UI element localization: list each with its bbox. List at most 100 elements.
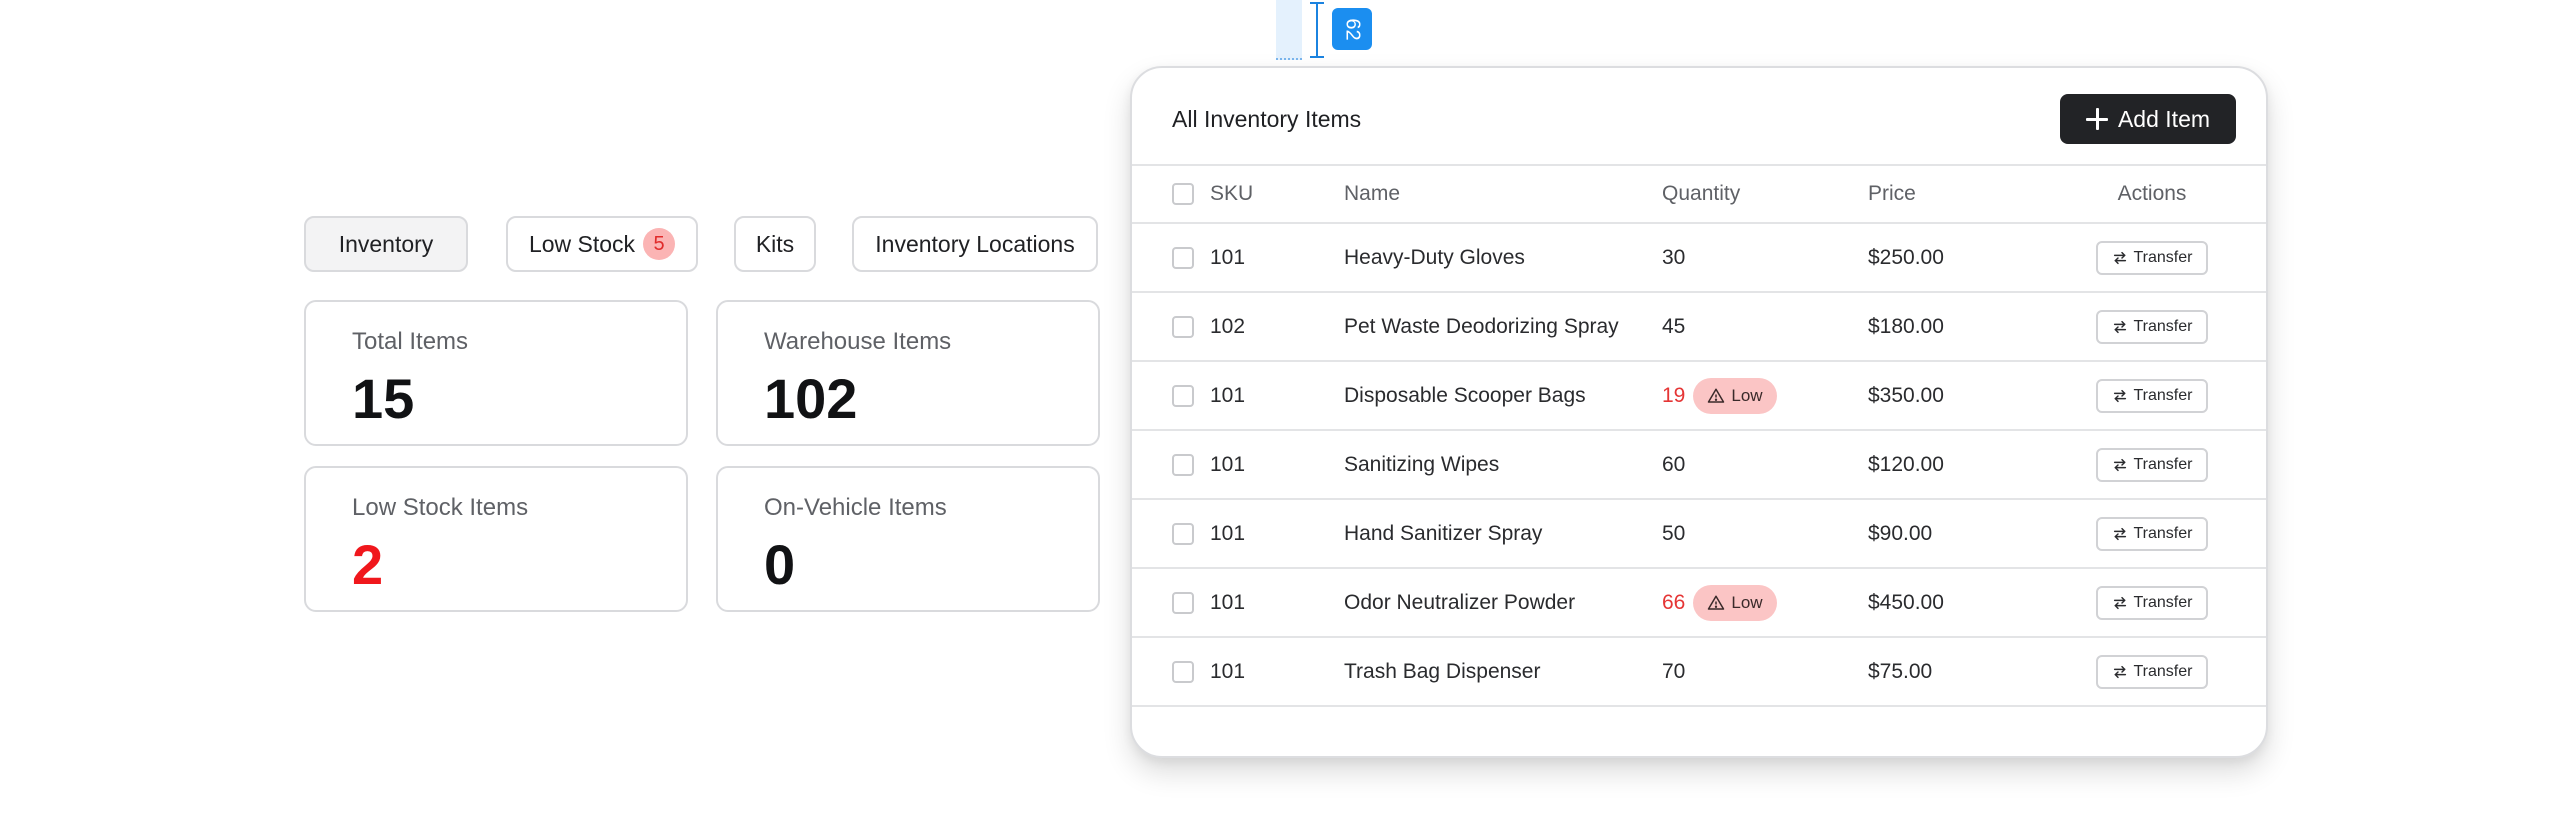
price-cell: $450.00 [1868,590,1944,614]
transfer-button[interactable]: Transfer [2095,378,2209,413]
select-all-checkbox[interactable] [1172,183,1194,205]
column-header-actions: Actions [2117,182,2187,205]
tab-label: Inventory [338,230,434,257]
quantity-cell: 30 [1662,224,1685,291]
quantity-value: 19 [1662,383,1686,407]
inventory-panel: All Inventory Items Add Item SKU Name Qu… [1130,66,2268,758]
add-item-label: Add Item [2117,105,2211,132]
swap-arrows-icon [2112,388,2128,404]
low-stock-badge: Low [1693,377,1777,414]
actions-cell: Transfer [2092,500,2212,567]
quantity-cell: 19 Low [1662,362,1777,429]
transfer-button[interactable]: Transfer [2095,516,2209,551]
panel-header: All Inventory Items Add Item [1132,68,2266,166]
plus-icon [2085,108,2108,130]
row-checkbox[interactable] [1172,591,1194,614]
swap-arrows-icon [2112,595,2128,611]
quantity-value: 60 [1662,452,1686,476]
actions-cell: Transfer [2092,638,2212,705]
name-cell: Odor Neutralizer Powder [1344,590,1576,614]
transfer-label: Transfer [2133,524,2193,542]
swap-arrows-icon [2112,457,2128,473]
actions-cell: Transfer [2092,224,2212,291]
swap-arrows-icon [2112,664,2128,680]
transfer-label: Transfer [2133,248,2193,266]
price-cell: $180.00 [1868,314,1944,338]
row-checkbox[interactable] [1172,315,1194,338]
measure-line [1310,2,1324,58]
actions-cell: Transfer [2092,569,2212,636]
row-checkbox[interactable] [1172,246,1194,269]
low-stock-badge: Low [1693,584,1777,621]
stat-card-warehouse-items: Warehouse Items 102 [716,300,1100,446]
row-checkbox[interactable] [1172,384,1194,407]
stat-card-total-items: Total Items 15 [304,300,688,446]
table-row: 101 Hand Sanitizer Spray 50 $90.00 Transfer [1132,500,2266,569]
quantity-cell: 60 [1662,431,1685,498]
table-row: 101 Disposable Scooper Bags 19 Low $350.00 Tr… [1132,362,2266,431]
tab-label: Inventory Locations [875,230,1075,257]
swap-arrows-icon [2112,319,2128,335]
sku-cell: 101 [1210,590,1246,614]
stat-label: On-Vehicle Items [764,494,947,521]
transfer-label: Transfer [2133,386,2193,404]
transfer-label: Transfer [2133,317,2193,335]
transfer-button[interactable]: Transfer [2095,240,2209,275]
swap-arrows-icon [2112,526,2128,542]
stat-value: 0 [764,533,796,596]
stat-label: Low Stock Items [352,494,529,521]
count-badge: 5 [643,228,676,260]
tab-kits[interactable]: Kits [734,216,816,272]
quantity-cell: 50 [1662,500,1685,567]
name-cell: Disposable Scooper Bags [1344,383,1586,407]
column-header-price: Price [1868,182,1916,205]
row-checkbox[interactable] [1172,522,1194,545]
quantity-value: 50 [1662,521,1686,545]
stat-value: 15 [352,367,415,430]
stat-value: 102 [764,367,858,430]
tab-inventory[interactable]: Inventory [304,216,468,272]
transfer-button[interactable]: Transfer [2095,654,2209,689]
row-checkbox[interactable] [1172,660,1194,683]
price-cell: $75.00 [1868,659,1933,683]
measure-value: 62 [1341,17,1364,41]
sku-cell: 101 [1210,452,1246,476]
transfer-button[interactable]: Transfer [2095,309,2209,344]
price-cell: $350.00 [1868,383,1944,407]
transfer-label: Transfer [2133,455,2193,473]
tab-inventory-locations[interactable]: Inventory Locations [852,216,1098,272]
price-cell: $120.00 [1868,452,1944,476]
table-header: SKU Name Quantity Price Actions [1132,166,2266,224]
table-row: 101 Odor Neutralizer Powder 66 Low $450.00 Tr… [1132,569,2266,638]
warning-triangle-icon [1707,387,1725,405]
quantity-value: 70 [1662,659,1686,683]
swap-arrows-icon [2112,250,2128,266]
quantity-cell: 45 [1662,293,1685,360]
name-cell: Hand Sanitizer Spray [1344,521,1543,545]
row-checkbox[interactable] [1172,453,1194,476]
low-label: Low [1731,592,1763,612]
quantity-cell: 70 [1662,638,1685,705]
actions-cell: Transfer [2092,293,2212,360]
name-cell: Trash Bag Dispenser [1344,659,1541,683]
stat-card-on-vehicle-items: On-Vehicle Items 0 [716,466,1100,612]
add-item-button[interactable]: Add Item [2060,94,2236,144]
table-row: 101 Heavy-Duty Gloves 30 $250.00 Transfer [1132,224,2266,293]
transfer-button[interactable]: Transfer [2095,585,2209,620]
measure-badge: 62 [1332,8,1372,50]
actions-cell: Transfer [2092,431,2212,498]
tab-low-stock[interactable]: Low Stock 5 [506,216,698,272]
price-cell: $250.00 [1868,245,1944,269]
stat-card-low-stock-items: Low Stock Items 2 [304,466,688,612]
column-header-name: Name [1344,182,1401,205]
transfer-button[interactable]: Transfer [2095,447,2209,482]
quantity-value: 66 [1662,590,1686,614]
transfer-label: Transfer [2133,662,2193,680]
table-row: 102 Pet Waste Deodorizing Spray 45 $180.00 T… [1132,293,2266,362]
sku-cell: 102 [1210,314,1246,338]
name-cell: Sanitizing Wipes [1344,452,1500,476]
measure-highlight [1276,0,1302,60]
name-cell: Heavy-Duty Gloves [1344,245,1525,269]
sku-cell: 101 [1210,521,1246,545]
panel-title: All Inventory Items [1172,106,1362,132]
